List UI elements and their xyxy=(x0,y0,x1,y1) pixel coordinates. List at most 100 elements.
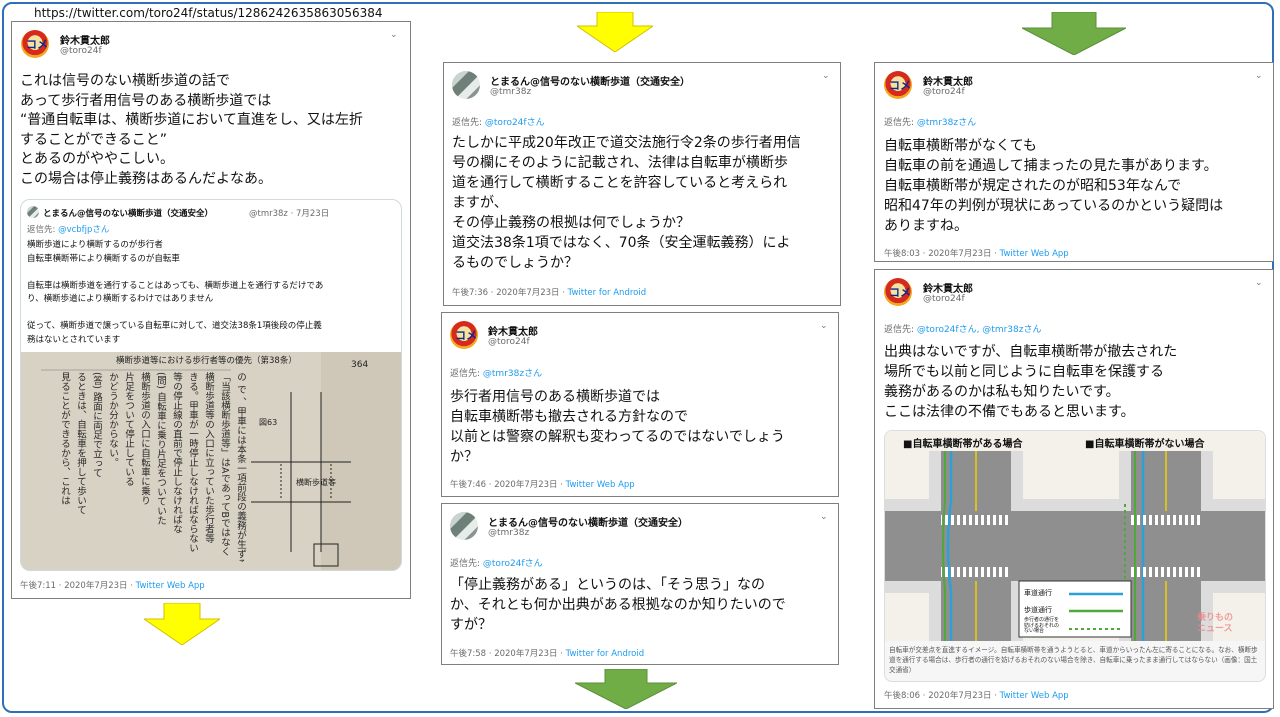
tweet-text: 出典はないですが、自転車横断帯が撤去された 場所でも以前と同じように自転車を保護… xyxy=(884,344,1178,420)
reply-label: 返信先: xyxy=(450,559,483,569)
tweet-meta: 午後7:46 · 2020年7月23日 · Twitter Web App xyxy=(450,478,635,490)
source-client[interactable]: Twitter for Android xyxy=(568,288,646,298)
book-text-column: 横断歩道等の入口に立っていた歩行者等 xyxy=(203,372,214,543)
tweet-card-6[interactable]: コメ 鈴木貫太郎 @toro24f ⌄ 返信先: @toro24fさん, @tm… xyxy=(874,269,1274,709)
avatar[interactable]: コメ xyxy=(450,321,478,349)
reply-label: 返信先: xyxy=(452,118,485,128)
author-handle[interactable]: @tmr38z xyxy=(488,528,529,538)
book-page-number: 364 xyxy=(351,360,369,370)
author-name[interactable]: とまるん@信号のない横断歩道（交通安全） xyxy=(488,514,688,529)
tweet-meta: 午後7:58 · 2020年7月23日 · Twitter for Androi… xyxy=(450,647,644,659)
book-text-column: 「当該横断歩道等」はAであってBではなく xyxy=(219,372,230,557)
reply-label: 返信先: xyxy=(450,369,483,379)
author-name[interactable]: 鈴木貫太郎 xyxy=(923,280,973,295)
reply-to: 返信先: @toro24fさん xyxy=(450,556,543,569)
source-url: https://twitter.com/toro24f/status/12862… xyxy=(30,6,387,20)
timestamp: 午後7:11 · 2020年7月23日 · xyxy=(20,581,136,591)
tweet-text: 「停止義務がある」というのは、「そう思う」なの か、それとも何か出典がある根拠な… xyxy=(450,577,786,633)
chevron-down-icon[interactable]: ⌄ xyxy=(820,321,828,331)
legend-road: 車道通行 xyxy=(1024,589,1052,597)
down-arrow-yellow-top xyxy=(577,12,653,52)
reply-target[interactable]: @toro24fさん xyxy=(485,118,545,128)
author-handle[interactable]: @tmr38z xyxy=(490,87,531,97)
intersection-figure[interactable]: ■自転車横断帯がある場合 ■自転車横断帯がない場合 車道通行 歩道通行 歩行者の… xyxy=(884,430,1266,682)
reply-target[interactable]: @toro24fさん xyxy=(483,559,543,569)
timestamp: 午後8:03 · 2020年7月23日 · xyxy=(884,249,1000,259)
timestamp: 午後8:06 · 2020年7月23日 · xyxy=(884,691,1000,701)
figure-right-title: ■自転車横断帯がない場合 xyxy=(1085,439,1205,450)
reply-target[interactable]: @tmr38zさん xyxy=(483,369,542,379)
avatar[interactable]: コメ xyxy=(21,30,49,58)
book-text-column: (問) 自転車に乗り片足をついていた xyxy=(155,372,166,525)
quote-text-line: 横断歩道により横断するのが歩行者 xyxy=(27,240,163,250)
source-client[interactable]: Twitter Web App xyxy=(1000,249,1069,259)
book-header: 横断歩道等における歩行者等の優先（第38条） xyxy=(116,356,297,366)
avatar[interactable]: コメ xyxy=(884,278,912,306)
book-text-column: きる。甲車が一時停止しなければならない xyxy=(187,372,198,553)
chevron-down-icon[interactable]: ⌄ xyxy=(822,71,830,81)
tweet-text: これは信号のない横断歩道の話で あって歩行者用信号のある横断歩道では “普通自転… xyxy=(20,73,363,187)
author-name[interactable]: 鈴木貫太郎 xyxy=(923,73,973,88)
tweet-card-5[interactable]: コメ 鈴木貫太郎 @toro24f ⌄ 返信先: @tmr38zさん 自転車横断… xyxy=(874,62,1274,262)
source-client[interactable]: Twitter Web App xyxy=(1000,691,1069,701)
book-text-column: かどうか分からない。 xyxy=(107,372,118,467)
author-handle[interactable]: @toro24f xyxy=(923,294,965,304)
author-name[interactable]: とまるん@信号のない横断歩道（交通安全） xyxy=(490,73,690,88)
tweet-text: たしかに平成20年改正で道交法施行令2条の歩行者用信 号の欄にそのように記載され… xyxy=(452,135,801,271)
avatar[interactable]: コメ xyxy=(884,71,912,99)
author-name[interactable]: 鈴木貫太郎 xyxy=(60,32,110,47)
avatar[interactable] xyxy=(450,512,478,540)
tweet-meta: 午後8:06 · 2020年7月23日 · Twitter Web App xyxy=(884,689,1069,701)
timestamp: 午後7:46 · 2020年7月23日 · xyxy=(450,480,566,490)
book-text-column: の で 、甲車には本条一項前段の義務が生ずる xyxy=(235,372,246,562)
author-name[interactable]: 鈴木貫太郎 xyxy=(488,323,538,338)
intersection-diagram xyxy=(885,431,1265,641)
book-text-column: るときは、自転車を押して歩いて xyxy=(75,372,86,515)
timestamp: 午後7:36 · 2020年7月23日 · xyxy=(452,288,568,298)
chevron-down-icon[interactable]: ⌄ xyxy=(1255,71,1263,81)
tweet-meta: 午後8:03 · 2020年7月23日 · Twitter Web App xyxy=(884,247,1069,259)
tweet-card-4[interactable]: とまるん@信号のない横断歩道（交通安全） @tmr38z ⌄ 返信先: @tor… xyxy=(441,503,839,665)
quoted-tweet[interactable]: とまるん@信号のない横断歩道（交通安全） @tmr38z · 7月23日 返信先… xyxy=(20,199,402,571)
author-handle[interactable]: @toro24f xyxy=(60,46,102,56)
source-client[interactable]: Twitter for Android xyxy=(566,649,644,659)
avatar[interactable] xyxy=(452,71,480,99)
quote-text-line: 務はないとされています xyxy=(27,334,121,345)
book-text-column: 等の停止線の直前で停止しなければな xyxy=(171,372,182,534)
reply-label: 返信先: xyxy=(27,225,59,235)
watermark-logo: 乗りもの ニュース xyxy=(1197,613,1234,634)
legend-sidewalk: 歩道通行 xyxy=(1024,606,1052,614)
tweet-card-2[interactable]: とまるん@信号のない横断歩道（交通安全） @tmr38z ⌄ 返信先: @tor… xyxy=(443,62,841,306)
tweet-card-3[interactable]: コメ 鈴木貫太郎 @toro24f ⌄ 返信先: @tmr38zさん 歩行者用信… xyxy=(441,312,839,497)
source-client[interactable]: Twitter Web App xyxy=(566,480,635,490)
figure-left-title: ■自転車横断帯がある場合 xyxy=(903,439,1023,450)
down-arrow-yellow-bottom xyxy=(144,603,220,645)
timestamp: 午後7:58 · 2020年7月23日 · xyxy=(450,649,566,659)
book-figure-label: 横断歩道等 xyxy=(296,478,336,487)
reply-target[interactable]: @tmr38zさん xyxy=(917,118,976,128)
reply-to: 返信先: @toro24fさん, @tmr38zさん xyxy=(884,322,1041,335)
chevron-down-icon[interactable]: ⌄ xyxy=(820,512,828,522)
source-client[interactable]: Twitter Web App xyxy=(136,581,205,591)
reply-label: 返信先: xyxy=(884,118,917,128)
quote-text-line: 従って、横断歩道で譲っている自転車に対して、道交法38条1項後段の停止義 xyxy=(27,321,322,331)
reply-target: @vcbfjpさん xyxy=(58,225,110,235)
quote-handle-date: @tmr38z · 7月23日 xyxy=(249,209,330,219)
reply-target[interactable]: @toro24fさん, @tmr38zさん xyxy=(917,325,1042,335)
quote-reply-to: 返信先: @vcbfjpさん xyxy=(27,223,109,235)
author-handle[interactable]: @toro24f xyxy=(488,337,530,347)
book-text-column: 横断歩道の入口に自転車に乗り xyxy=(139,372,150,505)
quote-text-line: 自転車は横断歩道を通行することはあっても、横断歩道上を通行するだけであ xyxy=(27,280,324,291)
quote-author-name: とまるん@信号のない横断歩道（交通安全） xyxy=(43,209,214,219)
tweet-text: 自転車横断帯がなくても 自転車の前を通過して捕まったの見た事があります。 自転車… xyxy=(884,138,1224,234)
legend-conditional: 歩行者の通行を 妨げるおそれの ない場合 xyxy=(1024,617,1060,634)
book-text-column: 片足をついて停止している xyxy=(123,372,134,486)
chevron-down-icon[interactable]: ⌄ xyxy=(1255,278,1263,288)
chevron-down-icon[interactable]: ⌄ xyxy=(390,30,398,40)
tweet-text: 歩行者用信号のある横断歩道では 自転車横断帯も撤去される方針なので 以前とは警察… xyxy=(450,389,785,465)
book-photo: 横断歩道等における歩行者等の優先（第38条） 364 図63 横断歩道等 の で… xyxy=(21,352,401,570)
tweet-card-1[interactable]: コメ 鈴木貫太郎 @toro24f ⌄ これは信号のない横断歩道の話で あって歩… xyxy=(11,21,411,599)
figure-caption: 自転車が交差点を直進するイメージ。自転車横断帯を通うようとると、車道からいったん… xyxy=(889,646,1258,674)
author-handle[interactable]: @toro24f xyxy=(923,87,965,97)
avatar xyxy=(27,206,39,218)
